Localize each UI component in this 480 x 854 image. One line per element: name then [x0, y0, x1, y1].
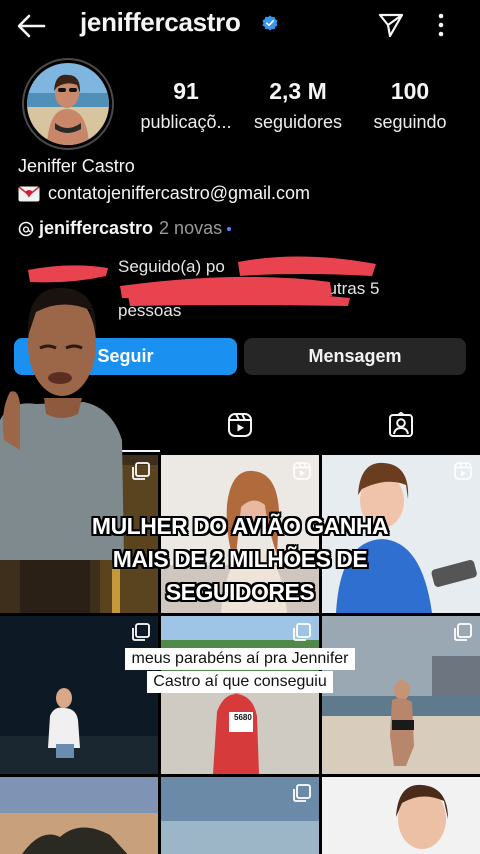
carousel-icon [132, 462, 150, 480]
video-subtitle: meus parabéns aí pra Jennifer Castro aí … [0, 648, 480, 693]
profile-full-name: Jeniffer Castro [18, 156, 135, 176]
new-indicator-dot [227, 226, 232, 231]
video-headline: MULHER DO AVIÃO GANHA MAIS DE 2 MILHÕES … [0, 510, 480, 609]
more-vertical-icon[interactable] [436, 12, 446, 38]
send-icon[interactable] [377, 11, 405, 39]
post-tile[interactable] [161, 777, 319, 854]
threads-new-count: 2 novas [159, 218, 223, 238]
post-tile[interactable] [0, 777, 158, 854]
followed-by-text[interactable]: Seguido(a) po outras 5 pessoas [118, 256, 458, 322]
threads-icon [18, 221, 34, 236]
top-bar: jeniffercastro [0, 0, 480, 52]
reels-tab-icon[interactable] [227, 412, 253, 438]
reels-icon [293, 462, 311, 480]
following-count-label: seguindo [373, 112, 447, 132]
posts-count[interactable]: 91 publicaçõ... [134, 78, 238, 133]
post-tile[interactable]: 5680 [161, 616, 319, 774]
runner-bib-number: 5680 [234, 713, 252, 722]
followers-count-label: seguidores [253, 112, 343, 132]
carousel-icon [454, 623, 472, 641]
post-tile[interactable] [0, 616, 158, 774]
reels-icon [454, 462, 472, 480]
email-row[interactable]: contatojeniffercastro@gmail.com [18, 183, 310, 204]
followed-by-line-3: pessoas [118, 301, 182, 320]
profile-username: jeniffercastro [80, 7, 241, 37]
carousel-icon [132, 623, 150, 641]
following-count-value: 100 [390, 78, 430, 104]
subtitle-line-2: Castro aí que conseguiu [147, 671, 333, 693]
back-arrow-icon[interactable] [16, 12, 46, 40]
followed-by-line-1: Seguido(a) po [118, 257, 225, 276]
followers-count-value: 2,3 M [269, 78, 327, 104]
tagged-tab-icon[interactable] [388, 412, 414, 438]
subtitle-line-1: meus parabéns aí pra Jennifer [125, 648, 355, 670]
posts-count-label: publicaçõ... [140, 112, 232, 132]
followed-by-line-2: outras 5 [318, 279, 380, 298]
following-count[interactable]: 100 seguindo [360, 78, 460, 133]
contact-email[interactable]: contatojeniffercastro@gmail.com [48, 183, 310, 204]
envelope-icon [18, 185, 40, 201]
headline-line-2: MAIS DE 2 MILHÕES DE [112, 546, 368, 572]
avatar[interactable] [27, 63, 109, 145]
verified-badge-icon [262, 15, 278, 31]
threads-handle: jeniffercastro [39, 218, 154, 238]
followers-count[interactable]: 2,3 M seguidores [246, 78, 350, 133]
post-tile[interactable] [322, 777, 480, 854]
headline-line-1: MULHER DO AVIÃO GANHA [91, 513, 389, 539]
posts-count-value: 91 [173, 78, 199, 104]
carousel-icon [293, 784, 311, 802]
message-button[interactable]: Mensagem [244, 338, 466, 375]
post-tile[interactable] [322, 616, 480, 774]
carousel-icon [293, 623, 311, 641]
threads-link[interactable]: jeniffercastro 2 novas [18, 218, 232, 239]
headline-line-3: SEGUIDORES [165, 579, 315, 605]
